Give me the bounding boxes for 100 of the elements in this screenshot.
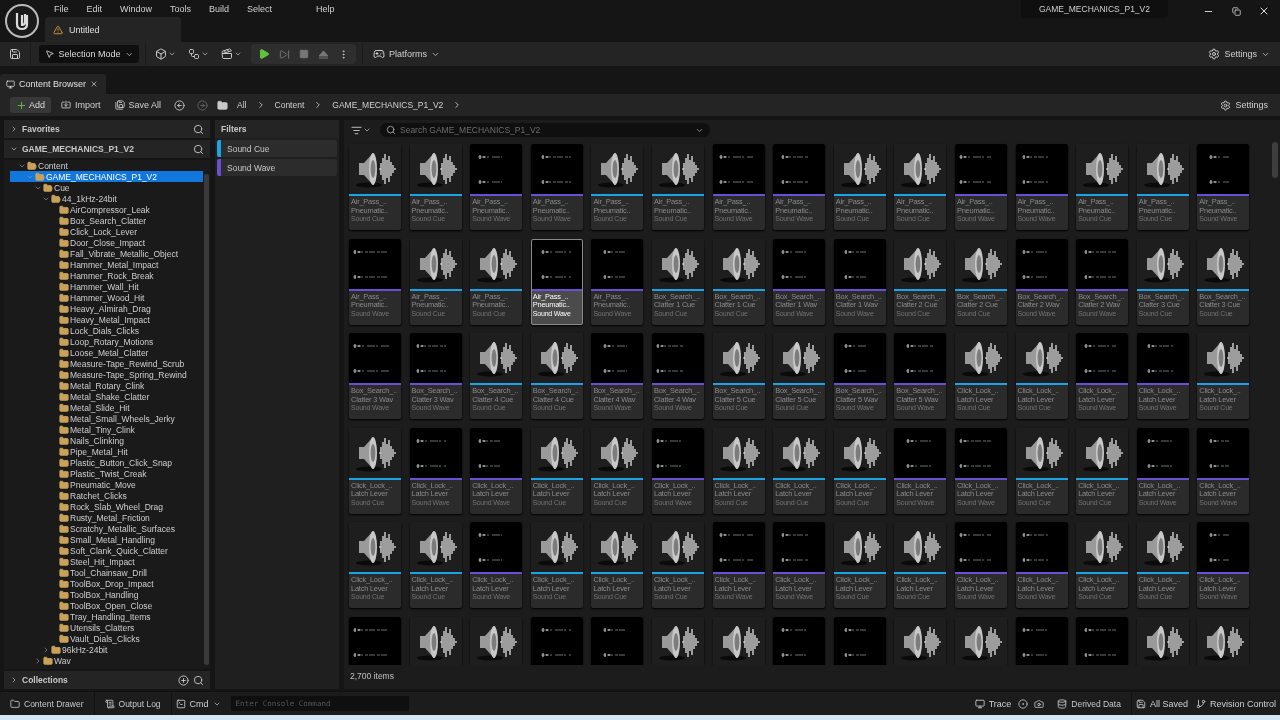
folder-item[interactable]: Rock_Slab_Wheel_Drag — [10, 501, 203, 512]
scrollbar-thumb[interactable] — [204, 174, 209, 665]
favorites-header[interactable]: Favorites — [4, 120, 210, 138]
expand-caret-icon[interactable] — [42, 645, 50, 654]
waveform-drawing — [894, 333, 947, 383]
folder-item[interactable]: GAME_MECHANICS_P1_V2 — [10, 171, 203, 182]
folder-item[interactable]: Pipe_Metal_Hit — [10, 446, 203, 457]
folder-item[interactable]: ToolBox_Drop_Impact — [10, 578, 203, 589]
search-field[interactable]: Search GAME_MECHANICS_P1_V2 — [380, 123, 710, 137]
save-all-button[interactable]: Save All — [110, 100, 166, 110]
folder-item[interactable]: Fall_Vibrate_Metallic_Object — [10, 248, 203, 259]
settings-button[interactable]: Settings — [1216, 99, 1272, 111]
folder-item[interactable]: Cue — [10, 182, 203, 193]
menu-item[interactable]: Window — [111, 3, 162, 14]
folder-item[interactable]: Box_Search_Clatter — [10, 215, 203, 226]
folder-item[interactable]: Tray_Handling_Items — [10, 611, 203, 622]
folder-item[interactable]: Wav — [10, 655, 203, 666]
search-input[interactable]: Search GAME_MECHANICS_P1_V2 — [400, 125, 691, 135]
folder-item[interactable]: Content — [10, 160, 203, 171]
folder-item[interactable]: Loose_Metal_Clatter — [10, 347, 203, 358]
menu-item[interactable]: File — [45, 3, 78, 14]
folder-item[interactable]: 96kHz-24bit — [10, 644, 203, 655]
settings-dropdown[interactable]: Settings — [1204, 48, 1274, 60]
folder-item[interactable]: Measure-Tape_Rewind_Scrub — [10, 358, 203, 369]
asset-type-bar — [591, 477, 644, 480]
import-button[interactable]: Import — [57, 100, 105, 110]
folder-item[interactable]: Loop_Rotary_Motions — [10, 336, 203, 347]
folder-icon — [59, 611, 69, 622]
menu-item[interactable]: Help — [307, 3, 344, 14]
menu-item[interactable]: Select — [238, 3, 282, 14]
folder-item[interactable]: Hammer_Wood_Hit — [10, 292, 203, 303]
content-browser-tab[interactable]: Content Browser — [0, 74, 106, 94]
search-icon[interactable] — [193, 123, 204, 135]
folder-item[interactable]: ToolBox_Handling — [10, 589, 203, 600]
folder-item[interactable]: Lock_Dials_Clicks — [10, 325, 203, 336]
folder-item[interactable]: Heavy_Almirah_Drag — [10, 303, 203, 314]
folder-item[interactable]: Door_Close_Impact — [10, 237, 203, 248]
folder-item[interactable]: Metal_Slide_Hit — [10, 402, 203, 413]
filter-chip[interactable]: Sound Cue — [217, 140, 337, 157]
folder-item[interactable]: Plastic_Twist_Creak — [10, 468, 203, 479]
folder-item[interactable]: Plastic_Button_Click_Snap — [10, 457, 203, 468]
add-button[interactable]: Add — [10, 97, 51, 113]
menu-item[interactable]: Build — [200, 3, 239, 14]
folder-item[interactable]: Tool_Chainsaw_Drill — [10, 567, 203, 578]
folder-item[interactable]: 44_1kHz-24bit — [10, 193, 203, 204]
waveform-drawing — [1136, 333, 1189, 383]
folder-item[interactable]: ToolBox_Open_Close — [10, 600, 203, 611]
folder-icon — [59, 435, 69, 446]
platforms-dropdown[interactable]: Platforms — [369, 48, 444, 60]
breadcrumb[interactable]: GAME_MECHANICS_P1_V2 — [329, 100, 447, 110]
folder-item[interactable]: Pneumatic_Move — [10, 479, 203, 490]
scrollbar-thumb[interactable] — [1272, 142, 1278, 178]
add-icon[interactable] — [178, 674, 189, 686]
breadcrumb[interactable]: Content — [271, 100, 308, 110]
folder-item[interactable]: Heavy_Metal_Impact — [10, 314, 203, 325]
menu-item[interactable]: Tools — [161, 3, 201, 14]
folder-item[interactable]: Soft_Clank_Quick_Clatter — [10, 545, 203, 556]
folder-item[interactable]: Click_Lock_Lever — [10, 226, 203, 237]
folder-item[interactable]: Steel_Hit_Impact — [10, 556, 203, 567]
breadcrumb[interactable]: All — [234, 100, 250, 110]
folder-item[interactable]: Vault_Dials_Clicks — [10, 633, 203, 644]
folder-item[interactable]: Nails_Clinking — [10, 435, 203, 446]
search-icon[interactable] — [193, 674, 204, 686]
speaker-waveform-icon — [409, 522, 462, 572]
document-tab[interactable]: Untitled — [45, 17, 181, 42]
folder-item[interactable]: Hammer_Metal_Impact — [10, 259, 203, 270]
caret-icon — [10, 145, 18, 153]
revision-control-button[interactable]: Revision Control — [1191, 698, 1280, 709]
eject-icon — [318, 48, 329, 60]
folder-item[interactable]: Metal_Small_Wheels_Jerky — [10, 413, 203, 424]
app-logo[interactable] — [5, 4, 39, 38]
mode-dropdown[interactable]: Selection Mode — [39, 45, 139, 63]
asset-type-bar — [470, 477, 523, 480]
filter-chip[interactable]: Sound Wave — [217, 159, 337, 176]
search-icon[interactable] — [193, 143, 204, 155]
speaker-waveform-icon — [894, 238, 947, 289]
folder-item[interactable]: Hammer_Rock_Break — [10, 270, 203, 281]
cmd-dropdown[interactable]: Cmd — [171, 698, 225, 709]
close-icon[interactable] — [90, 80, 99, 88]
folder-item[interactable]: Scratchy_Metallic_Surfaces — [10, 523, 203, 534]
collections-header[interactable]: Collections — [4, 671, 210, 689]
project-header[interactable]: GAME_MECHANICS_P1_V2 — [4, 140, 210, 158]
folder-item[interactable]: Small_Metal_Handling — [10, 534, 203, 545]
waveform-drawing — [530, 144, 583, 194]
folder-item[interactable]: Ratchet_Clicks — [10, 490, 203, 501]
folder-item[interactable]: Hammer_Wall_Hit — [10, 281, 203, 292]
folder-item[interactable]: Metal_Rotary_Clink — [10, 380, 203, 391]
waveform-drawing — [954, 522, 1007, 572]
save-state-button[interactable]: All Saved — [1131, 698, 1192, 709]
folder-icon — [59, 545, 69, 556]
folder-item[interactable]: Measure-Tape_Spring_Rewind — [10, 369, 203, 380]
folder-icon — [59, 633, 69, 644]
folder-item[interactable]: Metal_Shake_Clatter — [10, 391, 203, 402]
folder-item[interactable]: Rusty_Metal_Friction — [10, 512, 203, 523]
trace-button[interactable]: Trace — [970, 698, 1016, 709]
folder-item[interactable]: Utensils_Clatters — [10, 622, 203, 633]
menu-item[interactable]: Edit — [77, 3, 112, 14]
folder-item[interactable]: Metal_Tiny_Clink — [10, 424, 203, 435]
folder-item[interactable]: AirCompressor_Leak — [10, 204, 203, 215]
expand-caret-icon[interactable] — [34, 656, 42, 665]
